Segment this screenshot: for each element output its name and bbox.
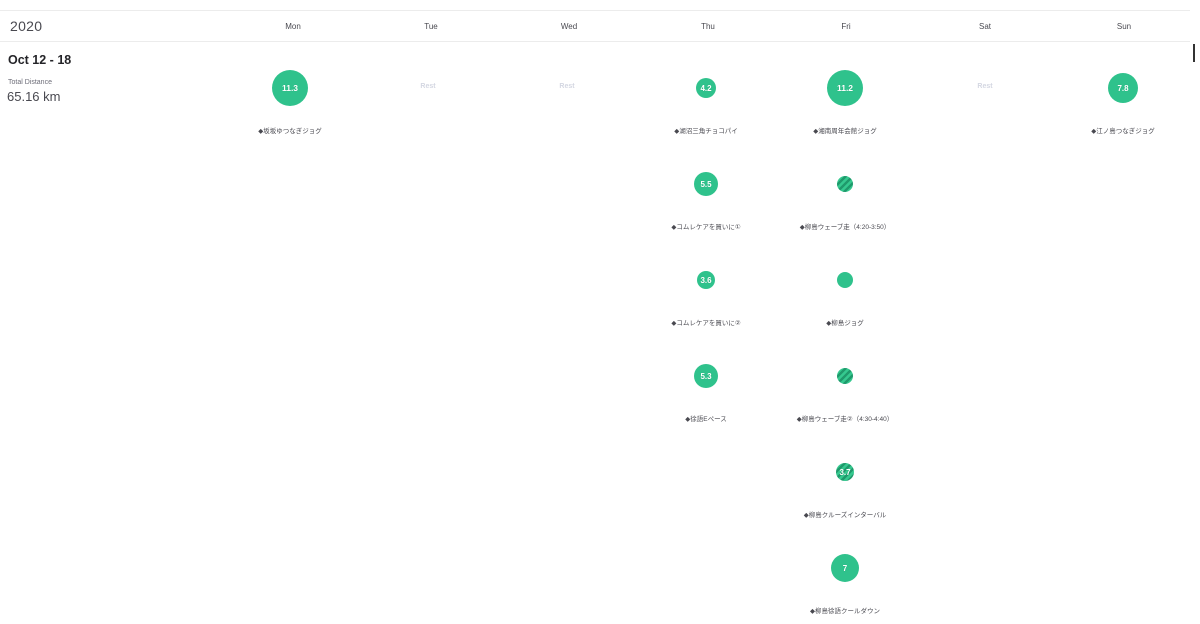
day-header-fri: Fri — [841, 22, 851, 31]
rest-label: Rest — [977, 83, 993, 90]
day-header-tue: Tue — [424, 22, 438, 31]
activity-bubble-interval[interactable] — [837, 368, 853, 384]
activity-bubble-interval[interactable]: 3.7 — [836, 463, 854, 481]
activity-title[interactable]: ◆江ノ島つなぎジョグ — [1033, 125, 1200, 135]
rest-label: Rest — [559, 83, 575, 90]
activity-bubble[interactable]: 3.6 — [697, 271, 715, 289]
activity-distance: 5.5 — [700, 179, 712, 189]
day-header-sat: Sat — [978, 22, 991, 31]
activity-title[interactable]: ◆湘南周年会館ジョグ — [755, 125, 935, 135]
activity-distance: 4.2 — [700, 83, 712, 93]
day-header-mon: Mon — [285, 22, 301, 31]
calendar-header: 2020 Mon Tue Wed Thu Fri Sat Sun — [0, 10, 1190, 42]
activity-bubble[interactable]: 7 — [831, 554, 859, 582]
rest-label: Rest — [420, 83, 436, 90]
activity-distance: 7 — [842, 563, 848, 573]
total-distance-value: 65.16 km — [7, 89, 61, 104]
activity-bubble[interactable]: 11.3 — [272, 70, 308, 106]
year-label: 2020 — [10, 18, 43, 34]
day-header-wed: Wed — [560, 22, 578, 31]
day-header-thu: Thu — [701, 22, 715, 31]
activity-distance: 7.8 — [1117, 83, 1129, 93]
week-range: Oct 12 - 18 — [8, 53, 72, 67]
activity-bubble-interval[interactable] — [837, 176, 853, 192]
activity-title[interactable]: ◆柳島ウェーブ走（4:20-3:50） — [755, 221, 935, 231]
activity-bubble[interactable]: 7.8 — [1108, 73, 1138, 103]
activity-title[interactable]: ◆坂坂ゆつなぎジョグ — [200, 125, 380, 135]
activity-title[interactable]: ◆柳島クルーズインターバル — [755, 509, 935, 519]
scrollbar-thumb[interactable] — [1193, 44, 1195, 62]
activity-distance: 11.2 — [836, 83, 854, 93]
day-header-sun: Sun — [1116, 22, 1132, 31]
activity-bubble[interactable]: 11.2 — [827, 70, 863, 106]
activity-title[interactable]: ◆柳島ウェーブ走②（4:30-4:40） — [755, 413, 935, 423]
activity-bubble[interactable] — [837, 272, 853, 288]
activity-distance: 3.6 — [700, 275, 712, 285]
activity-bubble[interactable]: 5.5 — [694, 172, 718, 196]
activity-bubble[interactable]: 5.3 — [694, 364, 718, 388]
activity-distance: 11.3 — [281, 83, 299, 93]
activity-title[interactable]: ◆柳島徐語クールダウン — [755, 605, 935, 615]
training-calendar-page: 2020 Mon Tue Wed Thu Fri Sat Sun Oct 12 … — [0, 0, 1200, 624]
activity-distance: 3.7 — [839, 467, 851, 477]
activity-title[interactable]: ◆柳島ジョグ — [755, 317, 935, 327]
activity-distance: 5.3 — [700, 371, 712, 381]
activity-bubble[interactable]: 4.2 — [696, 78, 716, 98]
total-distance-label: Total Distance — [8, 79, 52, 86]
